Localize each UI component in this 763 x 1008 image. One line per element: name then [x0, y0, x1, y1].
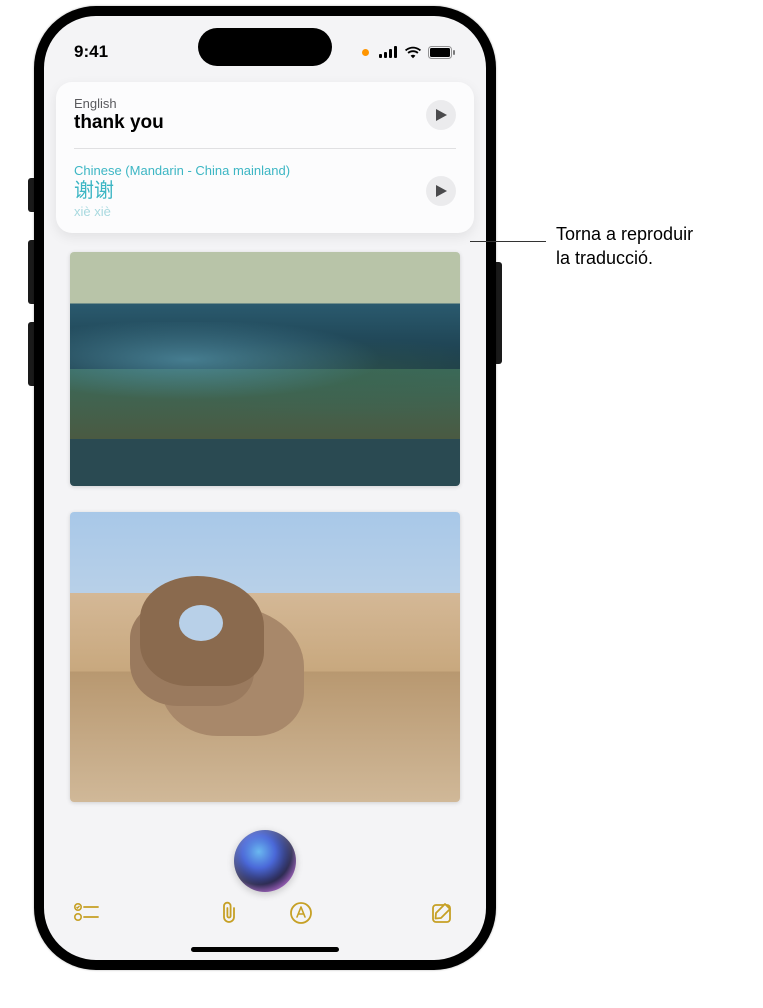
power-button — [496, 262, 502, 364]
cellular-signal-icon — [379, 46, 398, 58]
callout-leader-line — [470, 241, 546, 242]
siri-orb-icon[interactable] — [234, 830, 296, 892]
checklist-button[interactable] — [74, 900, 100, 926]
source-section: English thank you — [56, 82, 474, 148]
target-section: Chinese (Mandarin - China mainland) 谢谢 x… — [56, 149, 474, 233]
markup-button[interactable] — [288, 900, 314, 926]
callout-line1: Torna a reproduir — [556, 224, 693, 244]
status-time: 9:41 — [74, 42, 108, 62]
status-indicators — [362, 46, 456, 59]
wifi-icon — [404, 46, 422, 59]
source-language-label: English — [74, 96, 164, 111]
screen: 9:41 English thank you — [44, 16, 486, 960]
compose-button[interactable] — [430, 900, 456, 926]
note-photo-desert-arch[interactable] — [70, 512, 460, 802]
play-translation-button[interactable] — [426, 176, 456, 206]
recording-indicator-icon — [362, 49, 369, 56]
target-text: 谢谢 — [74, 179, 290, 203]
note-photo-river[interactable] — [70, 252, 460, 486]
callout-line2: la traducció. — [556, 248, 653, 268]
dynamic-island — [198, 28, 332, 66]
attachment-button[interactable] — [216, 900, 242, 926]
source-text: thank you — [74, 112, 164, 134]
play-icon — [436, 109, 447, 121]
callout-annotation: Torna a reproduir la traducció. — [556, 222, 693, 271]
battery-icon — [428, 46, 456, 59]
play-icon — [436, 185, 447, 197]
romanization-text: xiè xiè — [74, 204, 290, 219]
source-text-block: English thank you — [74, 96, 164, 134]
home-indicator[interactable] — [191, 947, 339, 952]
notes-toolbar — [44, 888, 486, 938]
siri-translation-card[interactable]: English thank you Chinese (Mandarin - Ch… — [56, 82, 474, 233]
play-source-button[interactable] — [426, 100, 456, 130]
target-language-label: Chinese (Mandarin - China mainland) — [74, 163, 290, 178]
target-text-block: Chinese (Mandarin - China mainland) 谢谢 x… — [74, 163, 290, 219]
iphone-frame: 9:41 English thank you — [34, 6, 496, 970]
